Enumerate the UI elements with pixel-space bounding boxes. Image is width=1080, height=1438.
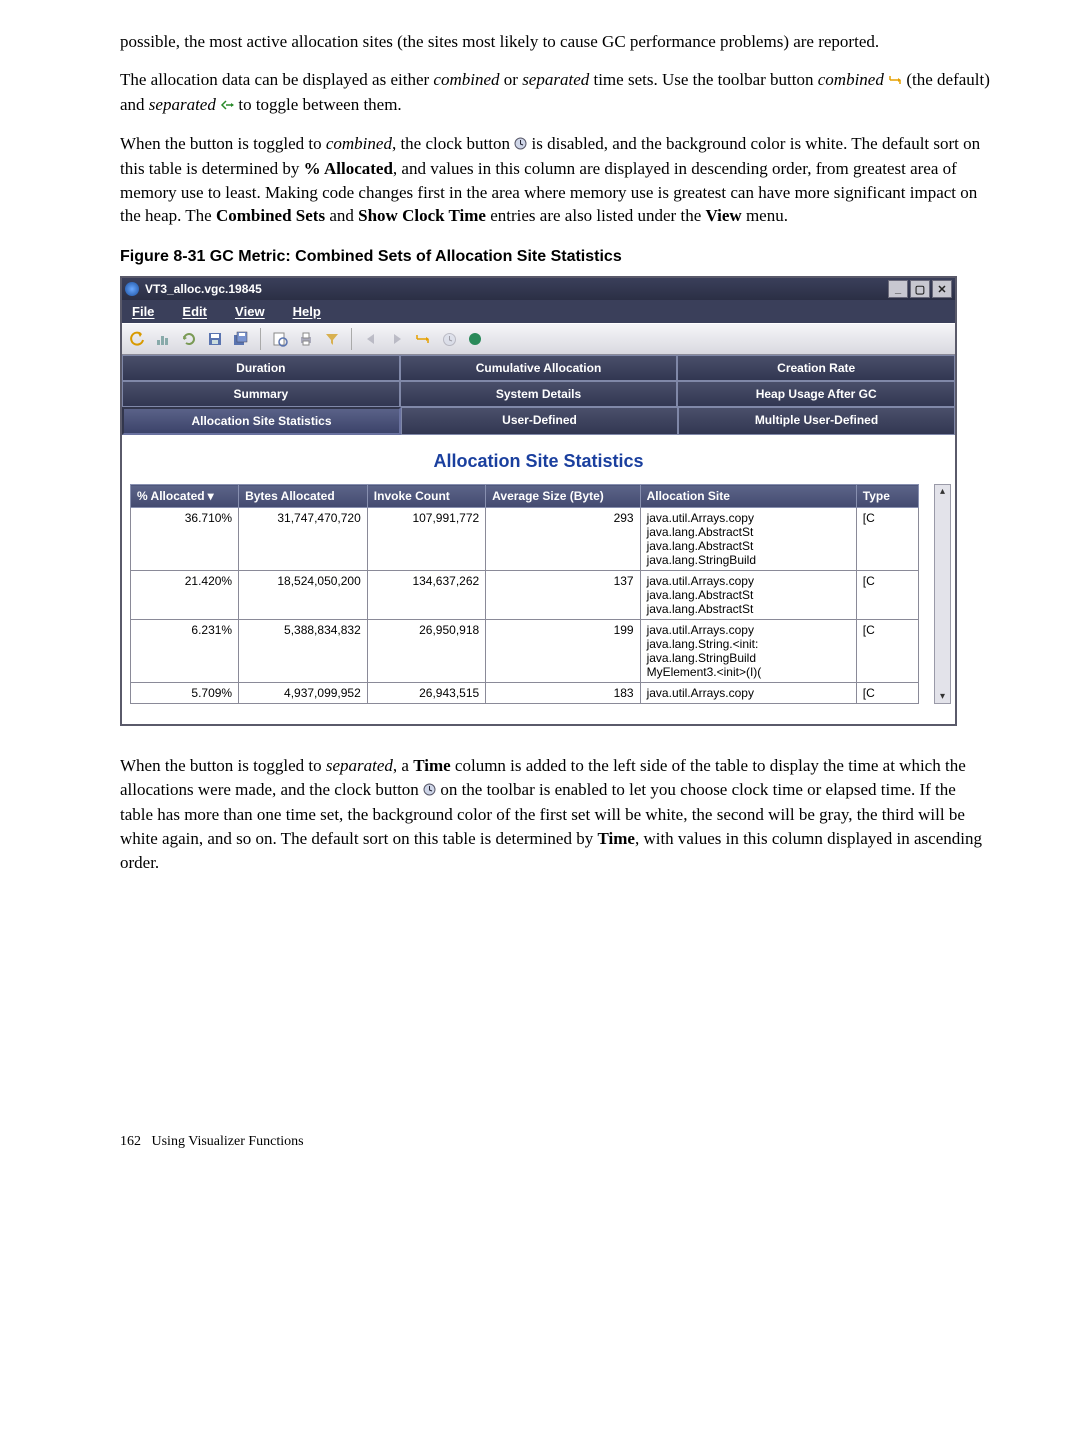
menu-edit[interactable]: Edit <box>182 304 207 319</box>
menu-bar: File Edit View Help <box>122 300 955 323</box>
col-bytes-allocated[interactable]: Bytes Allocated <box>239 485 368 508</box>
page-number: 162 <box>120 1134 141 1149</box>
combined-toolbar-icon[interactable] <box>414 330 432 348</box>
maximize-button[interactable]: ▢ <box>910 280 930 298</box>
tab-system-details[interactable]: System Details <box>400 381 678 407</box>
toolbar <box>122 323 955 355</box>
combined-icon <box>888 69 902 93</box>
print-icon[interactable] <box>297 330 315 348</box>
vertical-scrollbar[interactable]: ▴ ▾ <box>934 484 951 704</box>
clock-icon <box>423 779 436 803</box>
undo-icon[interactable] <box>128 330 146 348</box>
title-bar[interactable]: VT3_alloc.vgc.19845 _ ▢ ✕ <box>122 278 955 300</box>
tab-row-3: Allocation Site Statistics User-Defined … <box>122 407 955 435</box>
table-row[interactable]: 36.710% 31,747,470,720 107,991,772 293 j… <box>131 508 919 571</box>
tab-summary[interactable]: Summary <box>122 381 400 407</box>
section-title: Allocation Site Statistics <box>122 435 955 484</box>
refresh-icon[interactable] <box>180 330 198 348</box>
page-footer: 162 Using Visualizer Functions <box>120 1134 990 1150</box>
col-invoke-count[interactable]: Invoke Count <box>367 485 485 508</box>
chart-icon[interactable] <box>154 330 172 348</box>
window-title: VT3_alloc.vgc.19845 <box>145 282 262 296</box>
body-paragraph-3: When the button is toggled to combined, … <box>120 132 990 228</box>
col-allocation-site[interactable]: Allocation Site <box>640 485 856 508</box>
tab-creation-rate[interactable]: Creation Rate <box>677 355 955 381</box>
table-row[interactable]: 21.420% 18,524,050,200 134,637,262 137 j… <box>131 571 919 620</box>
body-paragraph-2: The allocation data can be displayed as … <box>120 68 990 118</box>
col-pct-allocated[interactable]: % Allocated▾ <box>131 485 239 508</box>
menu-view[interactable]: View <box>235 304 265 319</box>
tab-row-1: Duration Cumulative Allocation Creation … <box>122 355 955 381</box>
minimize-button[interactable]: _ <box>888 280 908 298</box>
col-average-size[interactable]: Average Size (Byte) <box>486 485 640 508</box>
menu-help[interactable]: Help <box>293 304 321 319</box>
clock-toolbar-icon[interactable] <box>440 330 458 348</box>
app-icon <box>125 282 139 296</box>
body-paragraph-4: When the button is toggled to separated,… <box>120 754 990 874</box>
tab-allocation-site-statistics[interactable]: Allocation Site Statistics <box>122 407 401 435</box>
col-type[interactable]: Type <box>856 485 918 508</box>
save-all-icon[interactable] <box>232 330 250 348</box>
sort-desc-icon: ▾ <box>208 489 214 503</box>
body-paragraph-1: possible, the most active allocation sit… <box>120 30 990 54</box>
clock-icon <box>514 133 527 157</box>
save-icon[interactable] <box>206 330 224 348</box>
separated-icon <box>220 94 234 118</box>
preview-icon[interactable] <box>271 330 289 348</box>
back-icon[interactable] <box>362 330 380 348</box>
scroll-up-icon[interactable]: ▴ <box>940 485 945 498</box>
table-header-row: % Allocated▾ Bytes Allocated Invoke Coun… <box>131 485 919 508</box>
menu-file[interactable]: File <box>132 304 154 319</box>
figure-caption: Figure 8-31 GC Metric: Combined Sets of … <box>120 248 990 266</box>
filter-icon[interactable] <box>323 330 341 348</box>
stop-icon[interactable] <box>466 330 484 348</box>
table-row[interactable]: 6.231% 5,388,834,832 26,950,918 199 java… <box>131 620 919 683</box>
tab-heap-usage[interactable]: Heap Usage After GC <box>677 381 955 407</box>
table-row[interactable]: 5.709% 4,937,099,952 26,943,515 183 java… <box>131 683 919 704</box>
forward-icon[interactable] <box>388 330 406 348</box>
app-window: VT3_alloc.vgc.19845 _ ▢ ✕ File Edit View… <box>120 276 957 726</box>
close-button[interactable]: ✕ <box>932 280 952 298</box>
scroll-down-icon[interactable]: ▾ <box>940 690 945 703</box>
tab-multiple-user-defined[interactable]: Multiple User-Defined <box>678 407 955 435</box>
tab-duration[interactable]: Duration <box>122 355 400 381</box>
chapter-name: Using Visualizer Functions <box>152 1134 304 1149</box>
allocation-table: % Allocated▾ Bytes Allocated Invoke Coun… <box>130 484 919 704</box>
tab-row-2: Summary System Details Heap Usage After … <box>122 381 955 407</box>
tab-user-defined[interactable]: User-Defined <box>401 407 678 435</box>
tab-cumulative-allocation[interactable]: Cumulative Allocation <box>400 355 678 381</box>
